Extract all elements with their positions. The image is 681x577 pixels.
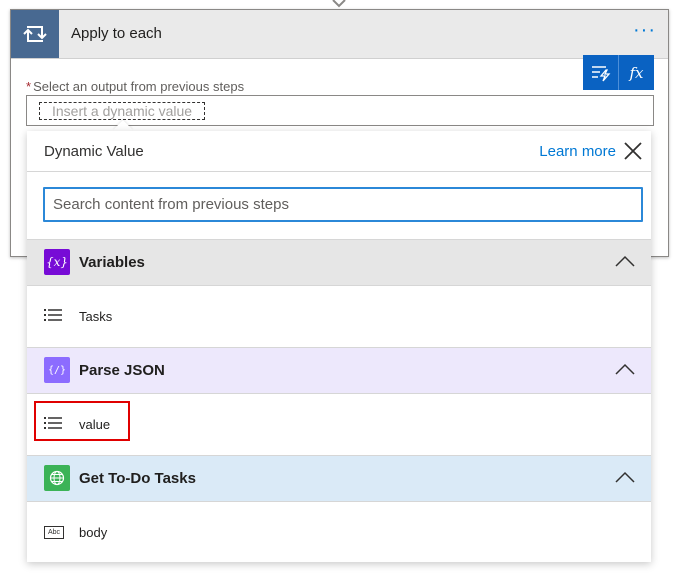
group-label: Variables: [79, 254, 145, 271]
item-label: body: [79, 525, 108, 540]
learn-more-link[interactable]: Learn more: [539, 143, 616, 160]
item-label: Tasks: [79, 309, 113, 324]
group-header-get-todo-tasks[interactable]: Get To-Do Tasks: [27, 455, 651, 502]
token-placeholder[interactable]: Insert a dynamic value: [39, 102, 206, 120]
array-icon: [44, 309, 62, 321]
parse-json-icon: {/}: [44, 357, 70, 383]
dynamic-value-panel: Dynamic Value Learn more {x} Variables T…: [27, 131, 651, 562]
group-header-variables[interactable]: {x} Variables: [27, 239, 651, 286]
chevron-up-icon[interactable]: [615, 471, 635, 483]
connector-arrow-icon: [332, 0, 346, 8]
card-title: Apply to each: [71, 25, 162, 42]
globe-icon: [44, 465, 70, 491]
close-icon[interactable]: [623, 141, 643, 161]
field-label-text: Select an output from previous steps: [33, 79, 245, 94]
field-label: * Select an output from previous steps: [26, 79, 244, 94]
list-item-value[interactable]: value: [27, 394, 651, 454]
list-item-body[interactable]: Abc body: [27, 502, 651, 562]
more-options-icon[interactable]: ···: [633, 20, 656, 40]
group-label: Get To-Do Tasks: [79, 470, 196, 487]
variables-icon: {x}: [44, 249, 70, 275]
chevron-up-icon[interactable]: [615, 255, 635, 267]
dynamic-content-icon: [591, 65, 610, 81]
panel-title: Dynamic Value: [44, 143, 144, 160]
list-item-tasks[interactable]: Tasks: [27, 286, 651, 346]
search-input[interactable]: [43, 187, 643, 222]
loop-icon: [11, 10, 59, 58]
required-mark: *: [26, 79, 32, 94]
panel-divider: [27, 171, 651, 172]
text-icon: Abc: [44, 526, 64, 539]
chevron-up-icon[interactable]: [615, 363, 635, 375]
group-label: Parse JSON: [79, 362, 165, 379]
card-header[interactable]: Apply to each ···: [11, 10, 668, 59]
highlight-box: [34, 401, 130, 441]
expression-button[interactable]: fx: [618, 55, 654, 90]
token-toolbar: fx: [583, 55, 654, 90]
group-header-parse-json[interactable]: {/} Parse JSON: [27, 347, 651, 394]
dynamic-content-button[interactable]: [583, 55, 618, 90]
